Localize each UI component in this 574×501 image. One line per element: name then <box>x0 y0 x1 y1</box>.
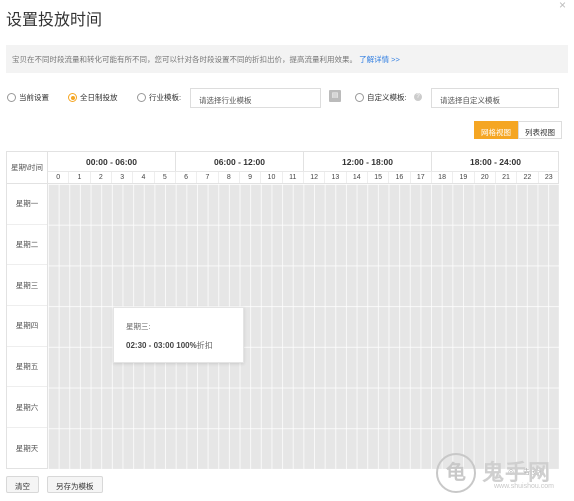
weekday-label: 星期一 <box>7 184 47 225</box>
watermark-url: www.shuishou.com <box>494 483 554 490</box>
tooltip-time: 02:30 - 03:00 <box>126 341 175 350</box>
hour-label: 22 <box>517 172 539 183</box>
tooltip-percent: 100% <box>176 341 197 350</box>
radio-dot <box>7 93 16 102</box>
hour-label: 12 <box>304 172 326 183</box>
radio-label: 行业模板: <box>149 93 182 102</box>
grid-corner-label: 星期\时间 <box>7 152 48 184</box>
hour-label: 21 <box>496 172 518 183</box>
time-range-header: 00:00 - 06:00 06:00 - 12:00 12:00 - 18:00 1… <box>48 152 559 172</box>
hour-header: 0 1 2 3 4 5 6 7 8 9 10 11 12 13 14 15 16 17 18 19 20 21 22 23 <box>48 172 559 184</box>
radio-dot <box>137 93 146 102</box>
weekday-label: 星期六 <box>7 387 47 429</box>
time-range-label: 12:00 - 18:00 <box>304 152 432 171</box>
radio-dot-selected <box>68 93 77 102</box>
info-text: 宝贝在不同时段流量和转化可能有所不同，您可以针对各时段设置不同的折扣出价，提高流… <box>12 55 357 64</box>
view-toggle: 网格视图 列表视图 <box>474 121 562 139</box>
save-as-template-button[interactable]: 另存为模板 <box>47 476 103 493</box>
time-range-label: 00:00 - 06:00 <box>48 152 176 171</box>
clear-button[interactable]: 清空 <box>6 476 39 493</box>
tooltip-suffix: 折扣 <box>196 341 213 350</box>
template-icon[interactable]: ▤ <box>329 90 341 102</box>
hour-label: 9 <box>240 172 262 183</box>
hour-label: 4 <box>133 172 155 183</box>
weekday-label: 星期天 <box>15 443 39 453</box>
tooltip-day: 星期三: <box>126 322 151 331</box>
template-options: 当前设置 全日制投放 行业模板: 请选择行业模板 ▤ 自定义模板: ? 请选择自… <box>7 88 567 110</box>
hour-label: 18 <box>432 172 454 183</box>
cell-tooltip: 星期三: 02:30 - 03:00 100%折扣 <box>113 307 244 363</box>
dialog-title: 设置投放时间 <box>6 12 103 29</box>
hour-label: 5 <box>155 172 176 183</box>
weekday-label: 星期三 <box>7 265 47 307</box>
hour-label: 19 <box>453 172 475 183</box>
tooltip-line: 02:30 - 03:00 100%折扣 <box>126 340 243 351</box>
hour-label: 13 <box>325 172 347 183</box>
hour-label: 23 <box>544 174 553 181</box>
hour-label: 3 <box>112 172 134 183</box>
radio-label: 全日制投放 <box>80 93 118 102</box>
industry-template-select[interactable]: 请选择行业模板 <box>190 88 321 108</box>
custom-template-select[interactable]: 请选择自定义模板 <box>431 88 559 108</box>
footer-actions: 清空 另存为模板 <box>6 476 103 493</box>
close-icon[interactable]: × <box>559 0 566 11</box>
weekday-column: 星期一 星期二 星期三 星期四 星期五 星期六星期天 <box>7 184 48 469</box>
schedule-grid: 星期\时间 00:00 - 06:00 06:00 - 12:00 12:00 - … <box>6 151 559 469</box>
time-range-label: 06:00 - 12:00 <box>176 152 304 171</box>
radio-current-setting[interactable]: 当前设置 <box>7 92 49 103</box>
grid-view-button[interactable]: 网格视图 <box>474 121 518 139</box>
radio-custom-template[interactable]: 自定义模板: <box>355 92 407 103</box>
radio-label: 当前设置 <box>19 93 49 102</box>
hour-label: 17 <box>411 172 432 183</box>
time-range-label: 18:00 - 24:00 <box>469 157 522 167</box>
list-view-button[interactable]: 列表视图 <box>518 121 562 139</box>
radio-industry-template[interactable]: 行业模板: <box>137 92 181 103</box>
radio-label: 自定义模板: <box>367 93 407 102</box>
radio-all-day[interactable]: 全日制投放 <box>68 92 118 103</box>
hour-label: 14 <box>347 172 368 183</box>
hour-label: 1 <box>69 172 91 183</box>
hour-label: 16 <box>389 172 411 183</box>
hour-label: 7 <box>197 172 219 183</box>
hour-label: 8 <box>219 172 240 183</box>
info-banner: 宝贝在不同时段流量和转化可能有所不同，您可以针对各时段设置不同的折扣出价，提高流… <box>6 45 568 73</box>
hour-label: 11 <box>283 172 304 183</box>
hour-label: 6 <box>176 172 198 183</box>
watermark-logo-icon: 龟 <box>436 453 476 493</box>
weekday-label: 星期二 <box>7 225 47 266</box>
hour-label: 20 <box>475 172 496 183</box>
learn-more-link[interactable]: 了解详情 >> <box>359 55 400 64</box>
hour-label: 0 <box>48 172 70 183</box>
hour-label: 10 <box>261 172 283 183</box>
weekday-label: 星期四 <box>7 306 47 347</box>
help-icon[interactable]: ? <box>414 93 422 101</box>
hour-label: 15 <box>368 172 390 183</box>
radio-dot <box>355 93 364 102</box>
hour-label: 2 <box>91 172 112 183</box>
weekday-label: 星期五 <box>7 347 47 388</box>
watermark: 龟 鬼手网 www.shuishou.com <box>436 453 568 497</box>
